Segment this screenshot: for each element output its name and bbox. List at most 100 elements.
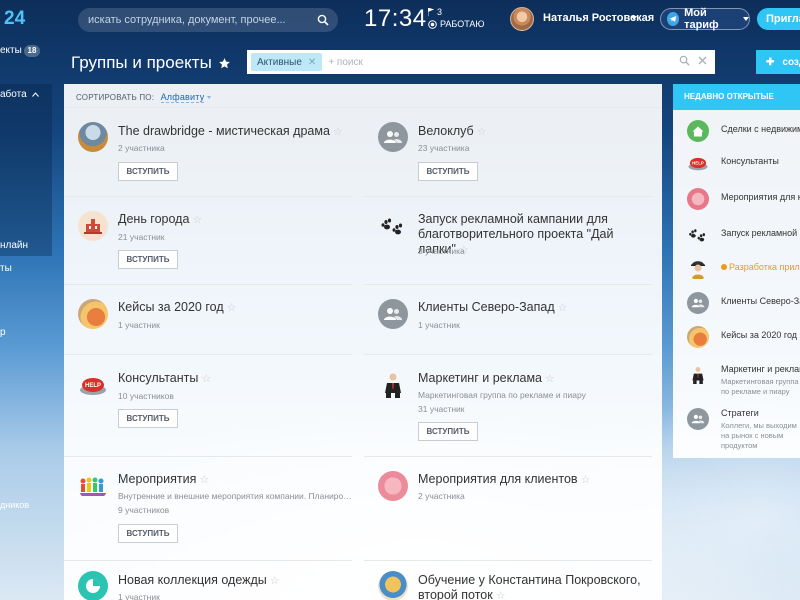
group-name[interactable]: Велоклуб ☆ bbox=[418, 124, 648, 140]
plus-icon: ✚ bbox=[766, 56, 775, 68]
chevron-down-icon[interactable] bbox=[207, 96, 212, 100]
group-avatar[interactable] bbox=[78, 571, 108, 600]
recent-item[interactable]: Сделки с недвижимостью bbox=[673, 118, 800, 148]
close-icon[interactable] bbox=[698, 56, 707, 65]
group-card[interactable]: Обучение у Константина Покровского, втор… bbox=[364, 561, 652, 600]
global-search[interactable] bbox=[78, 8, 338, 32]
clock[interactable]: 17:34 bbox=[364, 5, 427, 33]
star-icon[interactable]: ☆ bbox=[477, 126, 487, 138]
group-avatar[interactable] bbox=[378, 471, 408, 501]
sidebar-item-online[interactable]: нлайн bbox=[0, 240, 28, 251]
group-card[interactable]: Запуск рекламной кампании для благотвори… bbox=[364, 197, 652, 285]
search-input[interactable] bbox=[88, 14, 308, 26]
user-avatar[interactable] bbox=[510, 7, 534, 31]
work-status-label: РАБОТАЮ bbox=[440, 19, 485, 29]
group-name[interactable]: Консультанты ☆ bbox=[118, 371, 348, 387]
group-avatar[interactable] bbox=[378, 370, 408, 400]
users-icon bbox=[384, 131, 402, 143]
recent-item[interactable]: HELP Консультанты bbox=[673, 150, 800, 180]
recent-item[interactable]: Стратеги Коллеги, мы выходим на рынок с … bbox=[673, 404, 800, 452]
star-icon[interactable]: ☆ bbox=[227, 302, 237, 314]
star-icon[interactable]: ☆ bbox=[558, 302, 568, 314]
group-card[interactable]: Новая коллекция одежды ☆ 1 участник bbox=[64, 561, 352, 600]
chevron-down-icon[interactable] bbox=[631, 16, 637, 20]
help-button-icon: HELP bbox=[687, 152, 709, 174]
close-icon[interactable]: ✕ bbox=[308, 57, 316, 68]
star-icon[interactable]: ☆ bbox=[496, 590, 506, 600]
join-button[interactable]: Вступить bbox=[118, 162, 178, 181]
group-member-count: 2 участника bbox=[118, 143, 165, 153]
group-card[interactable]: Мероприятия ☆ Внутренние и внешние меропр… bbox=[64, 457, 354, 561]
star-icon[interactable]: ☆ bbox=[545, 373, 555, 385]
join-button[interactable]: Вступить bbox=[418, 162, 478, 181]
search-icon[interactable] bbox=[679, 55, 690, 66]
group-member-count: 31 участник bbox=[418, 404, 465, 414]
group-avatar[interactable]: HELP bbox=[78, 370, 108, 400]
group-name[interactable]: The drawbridge - мистическая драма ☆ bbox=[118, 124, 348, 140]
tariff-button[interactable]: Мой тариф bbox=[660, 7, 750, 31]
filter-bar[interactable]: Активные ✕ + поиск bbox=[247, 50, 715, 74]
create-button[interactable]: ✚ создать bbox=[756, 50, 800, 74]
group-name[interactable]: Кейсы за 2020 год ☆ bbox=[118, 300, 348, 316]
top-bar: 24 17:34 3 РАБОТАЮ Наталья Ростовская Мо… bbox=[0, 0, 800, 40]
group-card[interactable]: Маркетинг и реклама ☆ Маркетинговая групп… bbox=[364, 355, 652, 457]
group-card[interactable]: День города ☆ 21 участник Вступить bbox=[64, 197, 352, 285]
svg-text:HELP: HELP bbox=[692, 160, 704, 165]
group-name[interactable]: День города ☆ bbox=[118, 212, 348, 228]
star-icon[interactable]: ☆ bbox=[270, 575, 280, 587]
recent-item-name: Запуск рекламной кампании bbox=[721, 228, 800, 238]
star-icon[interactable] bbox=[218, 57, 231, 70]
user-name[interactable]: Наталья Ростовская bbox=[543, 12, 654, 24]
group-card[interactable]: Мероприятия для клиентов ☆ 2 участника bbox=[364, 457, 652, 561]
group-avatar[interactable] bbox=[378, 122, 408, 152]
group-card[interactable]: Кейсы за 2020 год ☆ 1 участник bbox=[64, 285, 352, 355]
sidebar-item-ty[interactable]: ты bbox=[0, 263, 12, 274]
group-avatar[interactable] bbox=[378, 211, 408, 241]
group-avatar[interactable] bbox=[378, 571, 408, 600]
group-avatar[interactable] bbox=[78, 211, 108, 241]
group-name[interactable]: Клиенты Северо-Запад ☆ bbox=[418, 300, 648, 316]
sidebar-item-employees[interactable]: дников bbox=[0, 500, 29, 510]
filter-chip-active[interactable]: Активные ✕ bbox=[251, 53, 323, 71]
group-member-count: 21 участник bbox=[118, 232, 165, 242]
filter-search-placeholder[interactable]: + поиск bbox=[328, 57, 363, 68]
recent-item[interactable]: Запуск рекламной кампании bbox=[673, 222, 800, 252]
sidebar-item-projects[interactable]: екты bbox=[0, 45, 22, 56]
group-card[interactable]: The drawbridge - мистическая драма ☆ 2 уч… bbox=[64, 108, 352, 197]
group-avatar[interactable] bbox=[78, 122, 108, 152]
join-button[interactable]: Вступить bbox=[418, 422, 478, 441]
recent-item-description: Коллеги, мы выходим на рынок с новым про… bbox=[721, 421, 797, 450]
group-avatar[interactable] bbox=[78, 299, 108, 329]
group-name[interactable]: Мероприятия ☆ bbox=[118, 472, 348, 488]
group-card[interactable]: Клиенты Северо-Запад ☆ 1 участник bbox=[364, 285, 652, 355]
star-icon[interactable]: ☆ bbox=[192, 214, 202, 226]
group-name[interactable]: Маркетинг и реклама ☆ bbox=[418, 371, 648, 387]
join-button[interactable]: Вступить bbox=[118, 250, 178, 269]
group-card[interactable]: Велоклуб ☆ 23 участника Вступить bbox=[364, 108, 652, 197]
star-icon[interactable]: ☆ bbox=[199, 474, 209, 486]
app-logo[interactable]: 24 bbox=[4, 8, 25, 30]
star-icon[interactable]: ☆ bbox=[201, 373, 211, 385]
sidebar-item-work[interactable]: абота bbox=[0, 89, 40, 100]
group-avatar[interactable] bbox=[378, 299, 408, 329]
star-icon[interactable]: ☆ bbox=[333, 126, 343, 138]
recent-item[interactable]: Мероприятия для клиентов bbox=[673, 186, 800, 216]
group-name[interactable]: Новая коллекция одежды ☆ bbox=[118, 573, 348, 589]
star-icon[interactable]: ☆ bbox=[581, 474, 591, 486]
group-card[interactable]: HELP Консультанты ☆ 10 участников Вступит… bbox=[64, 355, 352, 457]
recent-item[interactable]: Кейсы за 2020 год bbox=[673, 324, 800, 354]
search-icon[interactable] bbox=[317, 13, 329, 31]
sort-value[interactable]: Алфавиту bbox=[160, 92, 205, 103]
join-button[interactable]: Вступить bbox=[118, 409, 178, 428]
work-status[interactable]: 3 РАБОТАЮ bbox=[428, 6, 485, 30]
join-button[interactable]: Вступить bbox=[118, 524, 178, 543]
invite-button[interactable]: Пригласить bbox=[757, 8, 800, 30]
group-avatar[interactable] bbox=[78, 471, 108, 501]
group-name[interactable]: Мероприятия для клиентов ☆ bbox=[418, 472, 648, 488]
group-name[interactable]: Обучение у Константина Покровского, втор… bbox=[418, 573, 648, 600]
recent-item[interactable]: Маркетинг и реклама Маркетинговая группа… bbox=[673, 360, 800, 404]
recent-panel-title: Недавно открытые bbox=[673, 84, 800, 110]
recent-item[interactable]: Клиенты Северо-Запад bbox=[673, 290, 800, 320]
recent-item[interactable]: Разработка приложения bbox=[673, 256, 800, 286]
sidebar-item-r[interactable]: р bbox=[0, 327, 6, 338]
